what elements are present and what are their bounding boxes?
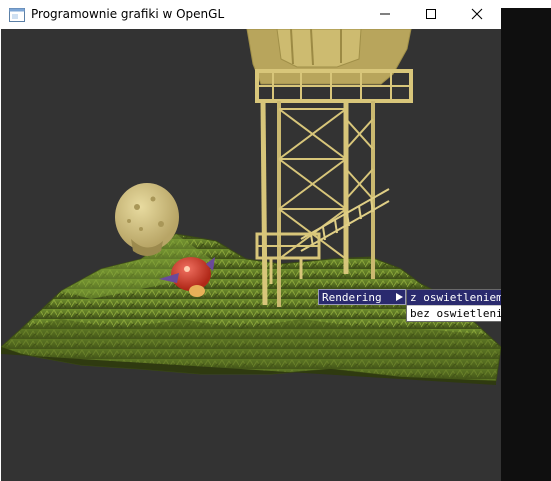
desktop-background (501, 0, 551, 481)
window-app-icon (9, 7, 25, 22)
rendering-menu-item[interactable]: Rendering (318, 289, 406, 305)
app-window: Programownie grafiki w OpenGL Rendering … (0, 0, 501, 481)
rendered-scene (1, 29, 501, 385)
rendering-submenu: z oswietleniem bez oswietlenia (406, 289, 501, 322)
opengl-viewport[interactable] (1, 29, 501, 481)
minimize-button[interactable] (362, 0, 408, 29)
maximize-icon (425, 5, 437, 24)
desktop-top-strip (501, 0, 551, 8)
submenu-arrow-icon (396, 293, 403, 301)
window-title: Programownie grafiki w OpenGL (31, 7, 225, 21)
rendering-menu-label: Rendering (322, 290, 382, 304)
submenu-item-label: z oswietleniem (410, 291, 501, 304)
close-icon (471, 5, 483, 24)
maximize-button[interactable] (408, 0, 454, 29)
submenu-item-z-oswietleniem[interactable]: z oswietleniem (407, 290, 501, 305)
title-bar[interactable]: Programownie grafiki w OpenGL (0, 0, 501, 29)
close-button[interactable] (454, 0, 500, 29)
minimize-icon (379, 5, 391, 24)
submenu-item-bez-oswietlenia[interactable]: bez oswietlenia (407, 306, 501, 321)
submenu-item-label: bez oswietlenia (410, 307, 501, 320)
